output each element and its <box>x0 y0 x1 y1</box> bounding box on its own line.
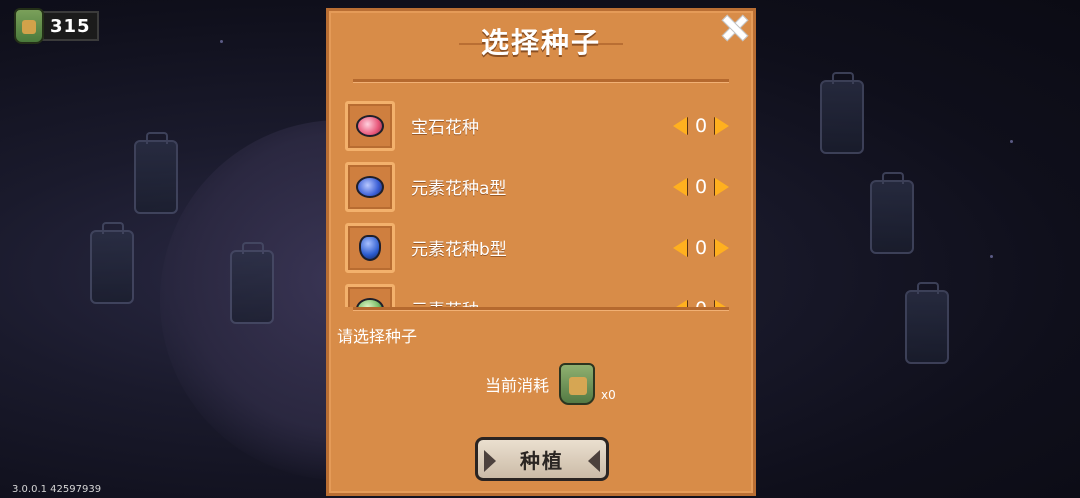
bottom-divider <box>353 307 729 311</box>
currency-display: 315 <box>14 8 99 44</box>
green-seed-icon <box>356 297 384 307</box>
seed-row[interactable]: 宝石花种 0 <box>345 95 733 156</box>
seed-row[interactable]: 元素花种b型 0 <box>345 217 733 278</box>
increase-arrow-icon[interactable] <box>715 299 729 307</box>
blue-crystal-seed-icon <box>359 234 381 261</box>
top-divider <box>353 79 729 83</box>
seed-row[interactable]: 元素花种a型 0 <box>345 156 733 217</box>
seed-quantity: 0 <box>694 236 708 259</box>
close-icon[interactable] <box>719 13 747 41</box>
seed-slot <box>345 161 395 212</box>
seed-bag-icon <box>14 8 44 44</box>
decrease-arrow-icon[interactable] <box>673 299 687 307</box>
dialog-title: 选择种子 <box>480 26 601 59</box>
background-star <box>990 255 993 258</box>
increase-arrow-icon[interactable] <box>715 116 729 135</box>
decrease-arrow-icon[interactable] <box>673 116 687 135</box>
increase-arrow-icon[interactable] <box>715 177 729 196</box>
seed-name: 元素花种a型 <box>411 179 507 199</box>
seed-slot <box>345 222 395 273</box>
decrease-arrow-icon[interactable] <box>673 238 687 257</box>
select-seed-dialog: 选择种子 宝石花种 0 元素花种a型 0 元素花种b型 0 请选择种子 当前消耗… <box>326 8 756 496</box>
quantity-stepper: 0 <box>673 298 729 308</box>
background-star <box>220 40 223 43</box>
consume-label: 当前消耗 <box>485 376 550 395</box>
seed-quantity: 0 <box>694 175 708 198</box>
background-jar <box>134 132 178 214</box>
background-jar <box>905 282 949 364</box>
seed-bag-icon <box>559 363 596 405</box>
consume-count: x0 <box>601 388 616 402</box>
seed-quantity: 0 <box>693 298 709 308</box>
seed-list[interactable]: 宝石花种 0 元素花种a型 0 元素花种b型 0 <box>345 95 733 307</box>
increase-arrow-icon[interactable] <box>715 238 729 257</box>
pink-gem-seed-icon <box>356 114 384 137</box>
seed-slot <box>345 100 395 151</box>
current-consumption: 当前消耗 x0 <box>485 363 616 405</box>
seed-name: 宝石花种 <box>411 118 479 138</box>
select-seed-prompt: 请选择种子 <box>337 327 418 346</box>
version-label: 3.0.0.1 42597939 <box>12 484 102 495</box>
background-star <box>1010 140 1013 143</box>
plant-button[interactable]: 种植 <box>475 437 609 481</box>
quantity-stepper: 0 <box>673 237 729 259</box>
seed-row[interactable]: 元素花种 0 <box>345 278 733 307</box>
background-jar <box>90 222 134 304</box>
seed-quantity: 0 <box>694 114 708 137</box>
quantity-stepper: 0 <box>673 176 729 198</box>
seed-name: 元素花种b型 <box>411 240 507 260</box>
background-jar <box>820 72 864 154</box>
seed-name: 元素花种 <box>411 296 673 307</box>
currency-count: 315 <box>42 11 99 41</box>
plant-button-label: 种植 <box>520 448 564 473</box>
background-jar <box>870 172 914 254</box>
decrease-arrow-icon[interactable] <box>673 177 687 196</box>
quantity-stepper: 0 <box>673 115 729 137</box>
background-jar <box>230 242 274 324</box>
blue-gem-seed-icon <box>356 175 384 198</box>
seed-slot <box>345 283 395 307</box>
